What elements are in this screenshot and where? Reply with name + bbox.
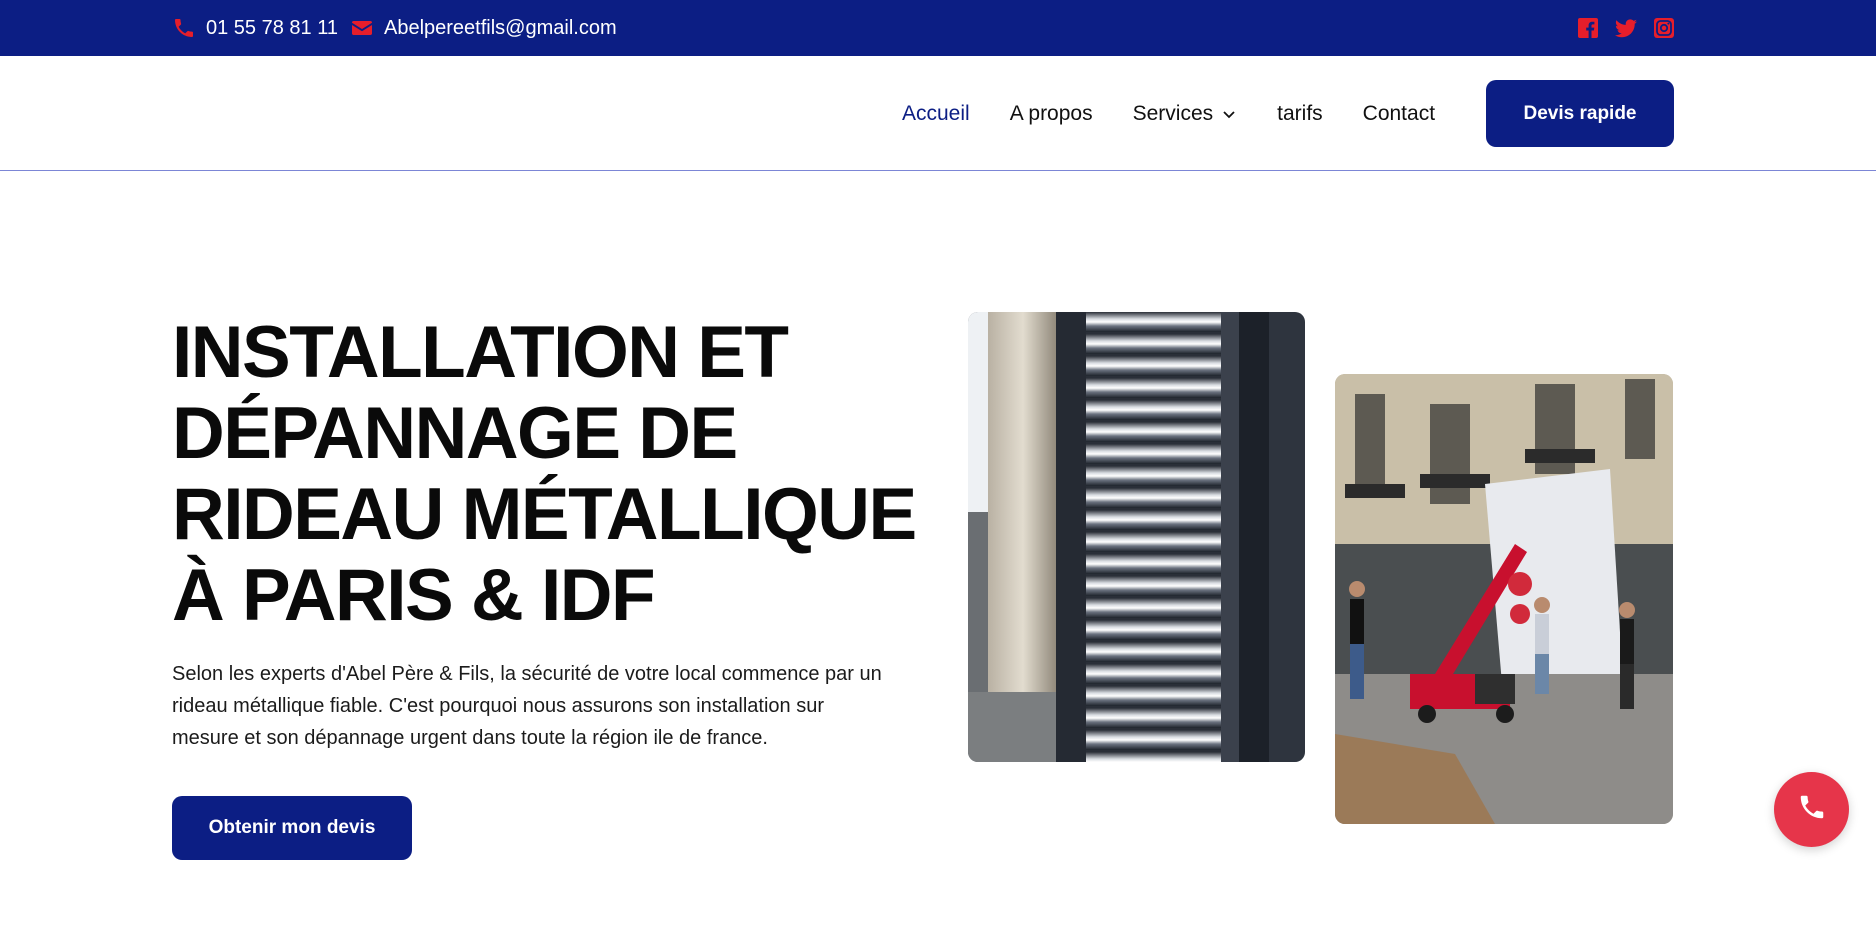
top-phone-link[interactable]: 01 55 78 81 11 bbox=[172, 0, 338, 56]
nav-item-services-label: Services bbox=[1132, 101, 1214, 125]
nav-item-contact[interactable]: Contact bbox=[1363, 102, 1435, 126]
phone-icon bbox=[1797, 792, 1827, 827]
top-phone-text: 01 55 78 81 11 bbox=[206, 16, 338, 39]
hero-title: INSTALLATION ET DÉPANNAGE DE RIDEAU MÉTA… bbox=[172, 312, 917, 636]
instagram-icon[interactable] bbox=[1652, 16, 1676, 40]
devis-rapide-button[interactable]: Devis rapide bbox=[1486, 80, 1674, 147]
installation-crane-photo bbox=[1335, 374, 1673, 824]
hero-title-line: DÉPANNAGE DE bbox=[172, 393, 738, 474]
hero-title-line: À PARIS & IDF bbox=[172, 555, 656, 636]
phone-icon bbox=[172, 16, 196, 40]
nav-item-accueil[interactable]: Accueil bbox=[902, 102, 970, 126]
nav-item-a-propos[interactable]: A propos bbox=[1010, 102, 1093, 126]
main-nav: Accueil A propos Services tarifs Contact bbox=[902, 56, 1435, 171]
social-links bbox=[1576, 16, 1676, 40]
floating-call-button[interactable] bbox=[1774, 772, 1849, 847]
site-header: Accueil A propos Services tarifs Contact… bbox=[0, 56, 1876, 171]
metal-shutter-photo bbox=[968, 312, 1305, 762]
nav-item-tarifs[interactable]: tarifs bbox=[1277, 102, 1323, 126]
twitter-icon[interactable] bbox=[1614, 16, 1638, 40]
facebook-icon[interactable] bbox=[1576, 16, 1600, 40]
hero-title-line: RIDEAU MÉTALLIQUE bbox=[172, 474, 917, 555]
envelope-icon bbox=[350, 16, 374, 40]
top-email-link[interactable]: Abelpereetfils@gmail.com bbox=[350, 0, 617, 56]
obtenir-devis-button[interactable]: Obtenir mon devis bbox=[172, 796, 412, 860]
hero-title-line: INSTALLATION ET bbox=[172, 312, 789, 393]
nav-item-services[interactable]: Services bbox=[1133, 102, 1238, 126]
chevron-down-icon bbox=[1221, 106, 1237, 122]
top-email-text: Abelpereetfils@gmail.com bbox=[384, 16, 617, 39]
hero-description: Selon les experts d'Abel Père & Fils, la… bbox=[172, 663, 882, 749]
top-bar: 01 55 78 81 11 Abelpereetfils@gmail.com bbox=[0, 0, 1876, 56]
